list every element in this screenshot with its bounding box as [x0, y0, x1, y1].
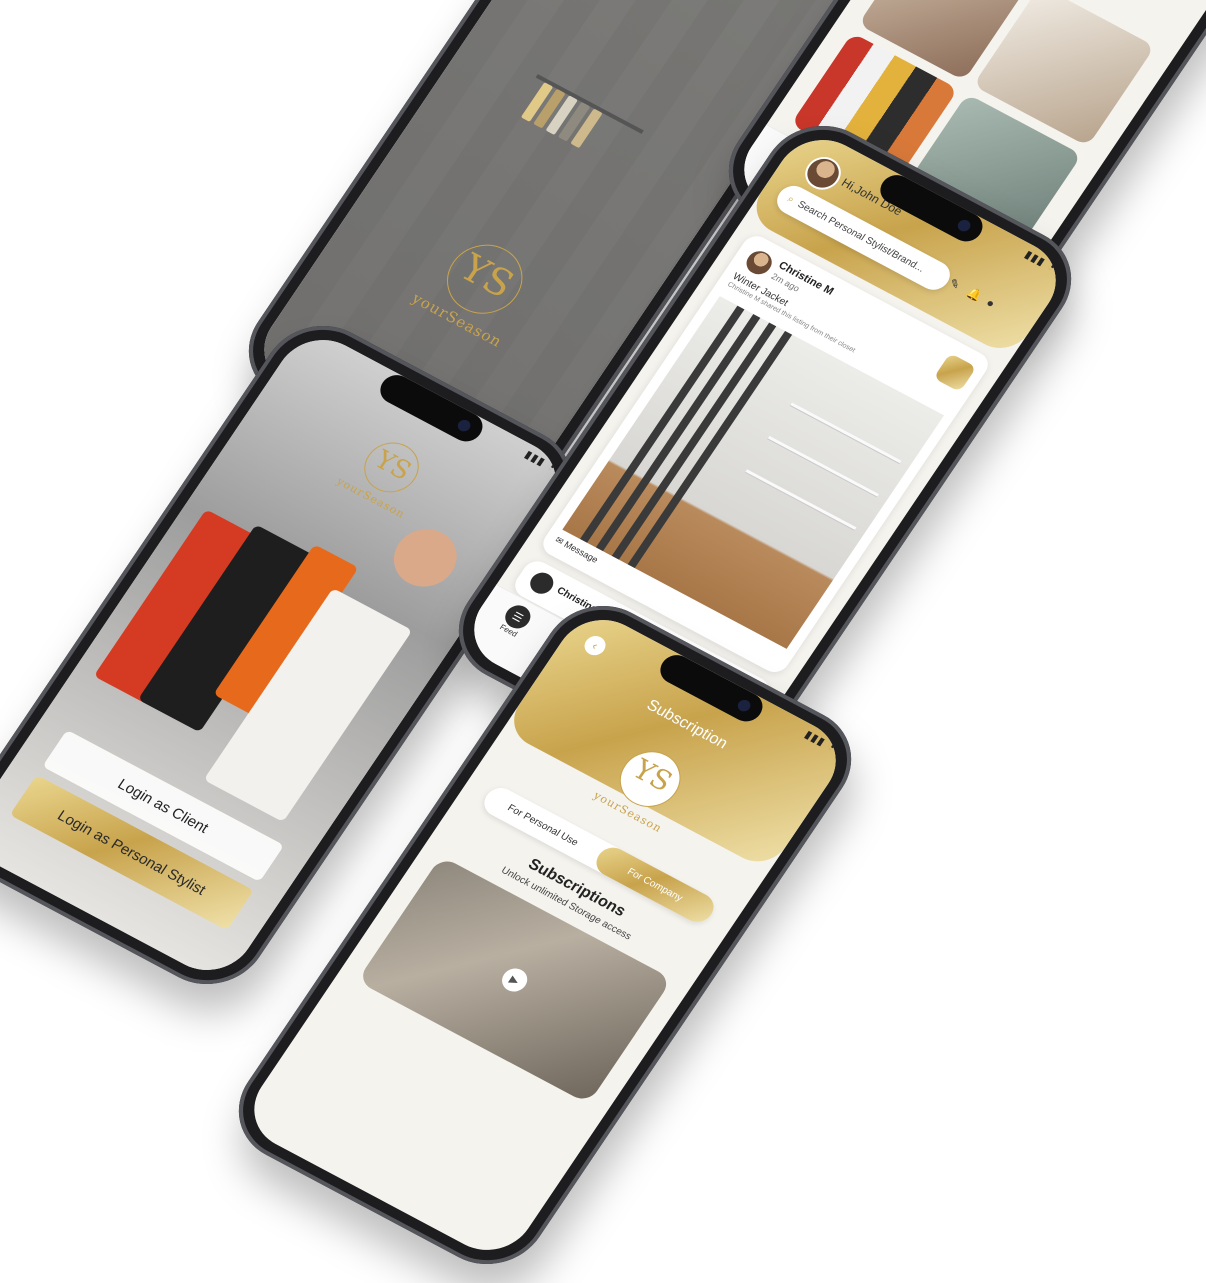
closet-shelf [745, 469, 857, 530]
promo-video[interactable]: ▶ [356, 855, 673, 1105]
bell-icon[interactable]: 🔔 [964, 285, 985, 304]
tab-feed[interactable]: ☰ Feed [495, 601, 536, 640]
search-icon: ⌕ [785, 193, 797, 206]
notification-icon[interactable]: ● [983, 296, 997, 311]
logo-mark: YS [368, 445, 417, 487]
play-icon[interactable]: ▶ [497, 964, 532, 996]
avatar[interactable] [798, 151, 848, 196]
closet-slat [611, 322, 777, 560]
closet-shelf [790, 402, 902, 464]
closet-shelf [767, 435, 879, 497]
closet-slat [627, 330, 793, 569]
closet-action-button[interactable] [933, 352, 977, 393]
back-icon[interactable]: ‹ [580, 632, 610, 659]
